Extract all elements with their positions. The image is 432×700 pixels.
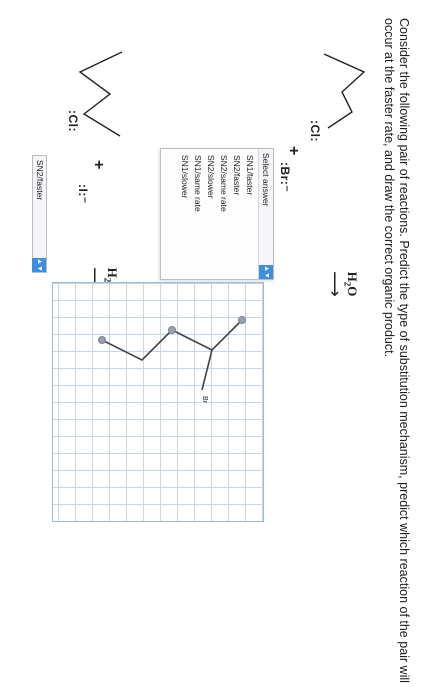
reaction1-substrate-leaving-group: :Cl: (308, 120, 322, 142)
dropdown-option[interactable]: SN2/same rate (217, 149, 230, 279)
dropdown-option[interactable]: SN1/faster (243, 149, 256, 279)
drawn-product-skeleton (98, 316, 246, 391)
reaction2-substrate-leaving-group: :Cl: (66, 110, 80, 132)
dropdown-option[interactable]: SN1/same rate (191, 149, 204, 279)
screenshot-stage: Consider the following pair of reactions… (0, 0, 432, 700)
chevron-down-icon[interactable]: ▲▼ (259, 265, 273, 279)
drawn-bromine-label: Br (201, 396, 208, 403)
reaction1-nucleophile: :Br:⁻ (278, 162, 292, 193)
reaction1-conditions: H2O ⟶ (325, 264, 360, 304)
dropdown-options-list: SN1/faster SN2/faster SN2/same rate SN2/… (178, 149, 258, 279)
reaction2-plus-sign: + (90, 160, 107, 170)
reaction1-arrow-icon: ⟶ (325, 271, 346, 297)
drawn-atom-node (168, 326, 176, 334)
reaction1-solvent: H2O (342, 271, 360, 297)
drawn-atom-node (98, 336, 106, 344)
reaction2-substrate-skeleton (78, 51, 123, 137)
dropdown-option[interactable]: SN1/slower (178, 149, 191, 279)
dropdown-option[interactable]: SN2/faster (230, 149, 243, 279)
drawn-atom-node (238, 316, 246, 324)
question-text: Consider the following pair of reactions… (382, 18, 412, 683)
reaction2-nucleophile: :I:⁻ (76, 184, 90, 204)
reaction1-substrate-skeleton (323, 53, 366, 129)
dropdown-option[interactable]: SN2/slower (204, 149, 217, 279)
rotated-page: Consider the following pair of reactions… (0, 0, 432, 700)
reaction1-plus-sign: + (285, 146, 302, 156)
reaction1-mechanism-dropdown[interactable]: Select answer ▲▼ SN1/faster SN2/faster S… (160, 148, 274, 411)
chevron-down-icon[interactable]: ▲▼ (32, 258, 46, 272)
dropdown-selected-value: SN2/faster (35, 160, 45, 201)
dropdown-placeholder[interactable]: Select answer (258, 149, 273, 279)
reaction2-mechanism-dropdown[interactable]: SN2/faster ▲▼ (32, 155, 47, 273)
